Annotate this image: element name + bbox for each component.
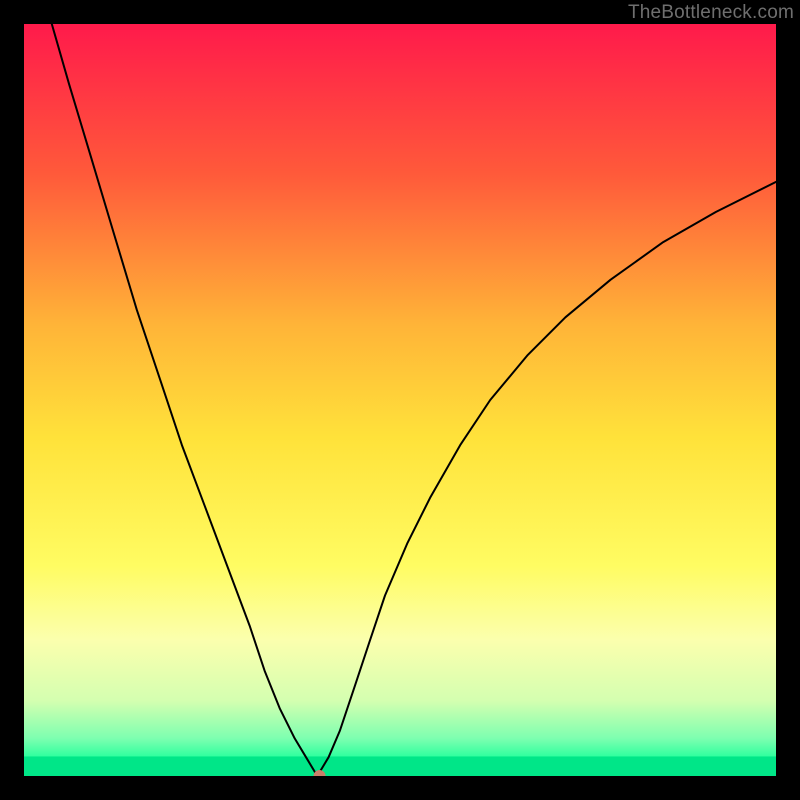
chart-frame: TheBottleneck.com [0, 0, 800, 800]
chart-svg [24, 24, 776, 776]
watermark-text: TheBottleneck.com [628, 2, 794, 24]
chart-plot-area [24, 24, 776, 776]
chart-background [24, 24, 776, 776]
green-strip [24, 756, 776, 776]
